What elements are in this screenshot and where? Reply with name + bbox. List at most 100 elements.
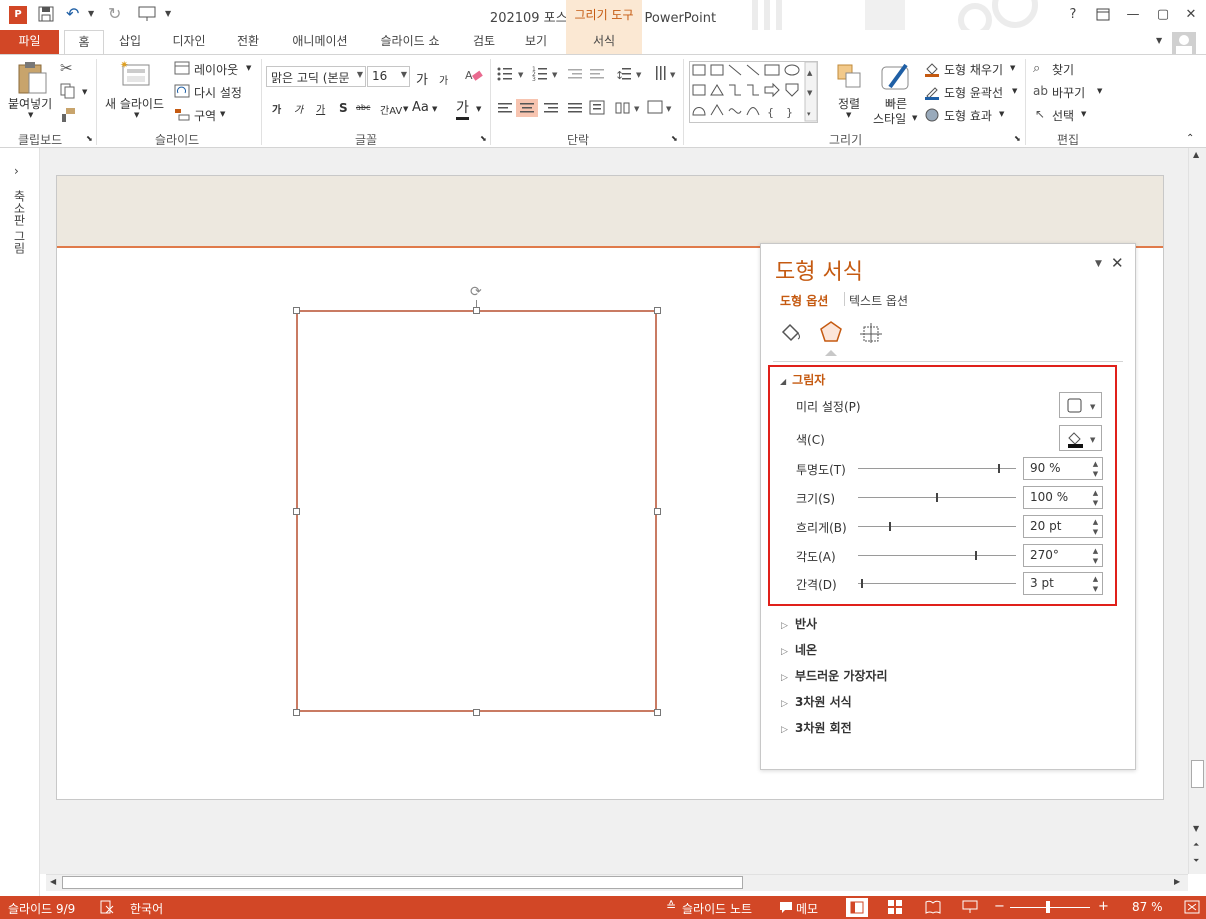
tab-shape-options[interactable]: 도형 옵션 <box>780 292 828 309</box>
shape-effects-button[interactable]: 도형 효과 <box>944 107 992 124</box>
shadow-property-spinbox[interactable]: 270° ▲ ▼ <box>1023 544 1103 567</box>
expand-thumbnails-icon[interactable]: › <box>14 164 19 178</box>
tab-format[interactable]: 서식 <box>566 30 642 54</box>
shape-fill-button[interactable]: 도형 채우기 <box>944 61 1003 78</box>
tab-home[interactable]: 홈 <box>64 30 104 54</box>
shapes-gallery[interactable]: {} ▲ ▼ ▾ <box>689 61 829 123</box>
paste-icon[interactable] <box>16 61 48 95</box>
zoom-level[interactable]: 87 % <box>1132 900 1163 914</box>
spin-arrows-icon[interactable]: ▲ ▼ <box>1090 488 1101 508</box>
ribbon-display-options-button[interactable] <box>1092 4 1114 26</box>
resize-handle-ne[interactable] <box>654 307 661 314</box>
case-dropdown-icon[interactable]: ▼ <box>432 105 437 113</box>
collapse-ribbon-icon[interactable]: ⌃ <box>1186 133 1194 144</box>
zoom-out-button[interactable]: − <box>994 899 1005 914</box>
minimize-button[interactable]: — <box>1122 4 1144 26</box>
vertical-scrollbar[interactable]: ▲ ▼ ⏶ ⏷ <box>1188 148 1206 874</box>
spin-arrows-icon[interactable]: ▲ ▼ <box>1090 574 1101 594</box>
shadow-property-slider[interactable] <box>858 555 1016 556</box>
zoom-slider-thumb[interactable] <box>1046 901 1050 913</box>
fill-dropdown-icon[interactable]: ▼ <box>1010 64 1015 72</box>
paste-dropdown-icon[interactable]: ▼ <box>28 111 33 119</box>
reset-button[interactable]: 다시 설정 <box>194 84 242 101</box>
rotate-handle-icon[interactable]: ⟳ <box>470 284 482 300</box>
tab-review[interactable]: 검토 <box>462 30 506 54</box>
help-button[interactable]: ? <box>1062 4 1084 26</box>
restore-button[interactable]: ▢ <box>1152 4 1174 26</box>
collapsed-section-header[interactable]: ▷ 3차원 회전 <box>781 719 852 736</box>
comments-button[interactable]: 메모 <box>796 900 818 917</box>
tab-file[interactable]: 파일 <box>0 30 59 54</box>
replace-icon[interactable]: ab <box>1033 84 1048 98</box>
effects-icon[interactable] <box>819 320 843 344</box>
section-dropdown-icon[interactable]: ▼ <box>220 110 225 118</box>
resize-handle-n[interactable] <box>473 307 480 314</box>
character-spacing-button[interactable]: 간AV <box>380 102 402 117</box>
paint-bucket-icon[interactable] <box>924 61 940 77</box>
resize-handle-s[interactable] <box>473 709 480 716</box>
collapsed-section-header[interactable]: ▷ 부드러운 가장자리 <box>781 667 888 684</box>
shadow-section-header[interactable]: ◢ 그림자 <box>780 371 825 388</box>
resize-handle-nw[interactable] <box>293 307 300 314</box>
arrange-dropdown-icon[interactable]: ▼ <box>846 111 851 119</box>
collapsed-section-header[interactable]: ▷ 3차원 서식 <box>781 693 852 710</box>
notes-button[interactable]: 슬라이드 노트 <box>682 900 752 917</box>
avatar[interactable] <box>1172 32 1196 54</box>
pencil-icon[interactable] <box>924 84 940 100</box>
next-slide-icon[interactable]: ⏷ <box>1193 856 1199 866</box>
notes-icon[interactable]: ≙ <box>666 899 676 913</box>
spin-arrows-icon[interactable]: ▲ ▼ <box>1090 517 1101 537</box>
close-button[interactable]: ✕ <box>1180 4 1202 26</box>
shadow-color-dropdown[interactable]: ▼ <box>1059 425 1102 451</box>
select-button[interactable]: 선택 <box>1052 107 1074 124</box>
scroll-thumb[interactable] <box>1191 760 1204 788</box>
change-case-button[interactable]: Aa <box>412 100 429 115</box>
resize-handle-w[interactable] <box>293 508 300 515</box>
scroll-left-icon[interactable]: ◀ <box>50 877 56 886</box>
fit-to-window-icon[interactable] <box>1184 900 1200 914</box>
paste-button[interactable]: 붙여넣기 <box>8 95 52 112</box>
spin-arrows-icon[interactable]: ▲ ▼ <box>1090 546 1101 566</box>
size-properties-icon[interactable] <box>859 322 883 344</box>
horizontal-scrollbar[interactable]: ◀ ▶ <box>46 874 1188 891</box>
tab-design[interactable]: 디자인 <box>162 30 216 54</box>
paragraph-launcher-icon[interactable]: ⬊ <box>671 134 678 143</box>
tab-animations[interactable]: 애니메이션 <box>280 30 360 54</box>
shadow-property-slider[interactable] <box>858 468 1016 469</box>
clear-formatting-icon[interactable]: A <box>465 67 483 83</box>
zoom-in-button[interactable]: + <box>1098 899 1109 914</box>
font-launcher-icon[interactable]: ⬊ <box>480 134 487 143</box>
arrange-button[interactable]: 정렬 <box>838 95 860 112</box>
preset-dropdown[interactable]: ▼ <box>1059 392 1102 418</box>
zoom-slider-track[interactable] <box>1010 907 1090 908</box>
slider-thumb[interactable] <box>889 522 891 531</box>
shadow-property-spinbox[interactable]: 3 pt ▲ ▼ <box>1023 572 1103 595</box>
spelling-check-icon[interactable] <box>100 900 114 914</box>
resize-handle-sw[interactable] <box>293 709 300 716</box>
slider-thumb[interactable] <box>975 551 977 560</box>
layout-button[interactable]: 레이아웃 <box>194 61 238 78</box>
thumbnail-pane-label[interactable]: 축소판 그림 <box>11 190 28 254</box>
select-dropdown-icon[interactable]: ▼ <box>1081 110 1086 118</box>
slider-thumb[interactable] <box>861 579 863 588</box>
quick-styles-dropdown-icon[interactable]: ▼ <box>912 114 917 122</box>
shadow-property-spinbox[interactable]: 90 % ▲ ▼ <box>1023 457 1103 480</box>
strikethrough-button[interactable]: abc <box>356 103 370 112</box>
grow-font-button[interactable]: 가 <box>416 69 428 88</box>
scroll-up-icon[interactable]: ▲ <box>1193 150 1199 159</box>
shadow-property-spinbox[interactable]: 20 pt ▲ ▼ <box>1023 515 1103 538</box>
font-size-select[interactable]: 16 ▼ <box>367 66 410 87</box>
slideshow-view-icon[interactable] <box>962 900 978 914</box>
clipboard-launcher-icon[interactable]: ⬊ <box>86 134 93 143</box>
shadow-property-slider[interactable] <box>858 526 1016 527</box>
shadow-property-slider[interactable] <box>858 583 1016 584</box>
shape-outline-button[interactable]: 도형 윤곽선 <box>944 84 1003 101</box>
h-scroll-thumb[interactable] <box>62 876 743 889</box>
new-slide-dropdown-icon[interactable]: ▼ <box>134 111 139 119</box>
tab-insert[interactable]: 삽입 <box>110 30 150 54</box>
resize-handle-e[interactable] <box>654 508 661 515</box>
bold-button[interactable]: 가 <box>272 101 281 116</box>
slider-thumb[interactable] <box>936 493 938 502</box>
slide-counter[interactable]: 슬라이드 9/9 <box>8 900 75 917</box>
reset-icon[interactable] <box>174 84 190 98</box>
